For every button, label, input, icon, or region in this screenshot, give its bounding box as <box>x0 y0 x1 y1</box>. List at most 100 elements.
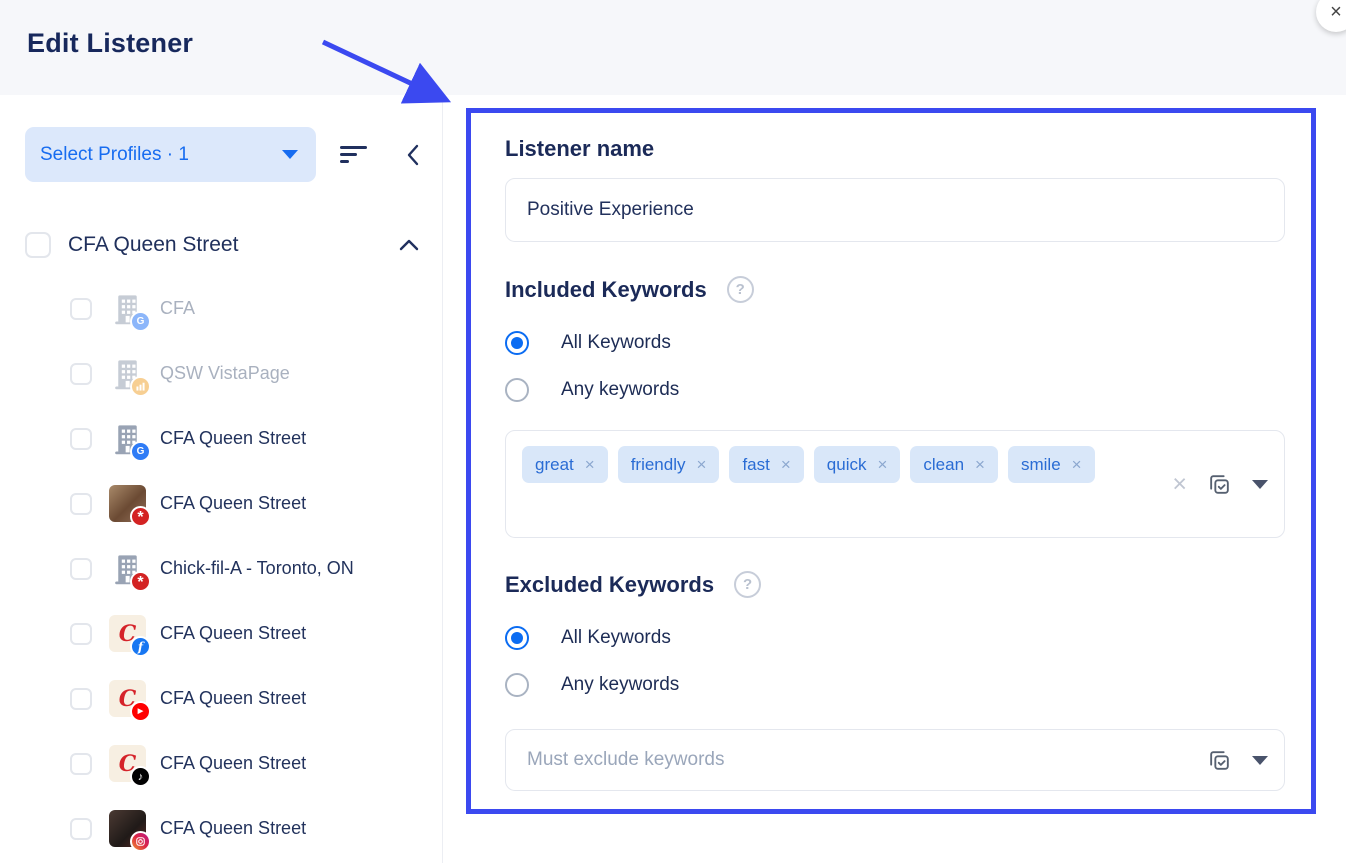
profile-label: CFA Queen Street <box>160 428 306 449</box>
radio-label: All Keywords <box>561 332 671 354</box>
included-keywords-tools: × <box>1172 443 1268 525</box>
remove-keyword-icon[interactable]: × <box>1072 455 1082 475</box>
profile-checkbox[interactable] <box>70 298 92 320</box>
listener-name-label: Listener name <box>505 136 1346 162</box>
radio-option[interactable]: Any keywords <box>505 665 1346 705</box>
remove-keyword-icon[interactable]: × <box>781 455 791 475</box>
copy-icon[interactable] <box>1207 748 1232 773</box>
profile-checkbox[interactable] <box>70 493 92 515</box>
profile-avatar: G <box>109 420 146 457</box>
profile-checkbox[interactable] <box>70 558 92 580</box>
chevron-left-icon <box>403 142 427 168</box>
profile-checkbox[interactable] <box>70 818 92 840</box>
help-icon[interactable]: ? <box>727 276 754 303</box>
radio-icon <box>505 378 529 402</box>
select-profiles-dropdown[interactable]: Select Profiles · 1 <box>25 127 316 182</box>
filter-button[interactable] <box>334 140 373 169</box>
profile-label: CFA Queen Street <box>160 493 306 514</box>
keyword-chip-label: smile <box>1021 455 1061 475</box>
listener-form: Listener name Included Keywords ? All Ke… <box>444 95 1346 863</box>
chevron-up-icon[interactable] <box>398 237 420 253</box>
group-label: CFA Queen Street <box>68 233 238 257</box>
remove-keyword-icon[interactable]: × <box>975 455 985 475</box>
listener-name-input-wrap[interactable] <box>505 178 1285 242</box>
excluded-keywords-input[interactable] <box>525 748 1187 772</box>
profile-avatar: C f <box>109 615 146 652</box>
keyword-chip: smile × <box>1008 446 1095 483</box>
keyword-chip-label: fast <box>742 455 769 475</box>
profile-checkbox[interactable] <box>70 623 92 645</box>
collapse-sidebar-button[interactable] <box>397 136 433 174</box>
clear-keywords-icon[interactable]: × <box>1172 472 1187 497</box>
keyword-chip: clean × <box>910 446 998 483</box>
yelp-badge-icon: * <box>130 506 151 527</box>
select-profiles-label: Select Profiles · 1 <box>40 144 189 166</box>
included-keywords-box[interactable]: great × friendly × fast × quick × clean … <box>505 430 1285 538</box>
profile-checkbox[interactable] <box>70 753 92 775</box>
chevron-down-icon[interactable] <box>1252 480 1268 489</box>
remove-keyword-icon[interactable]: × <box>697 455 707 475</box>
profile-list-item[interactable]: C f CFA Queen Street <box>25 601 442 666</box>
excluded-keywords-heading-text: Excluded Keywords <box>505 572 714 598</box>
copy-icon[interactable] <box>1207 472 1232 497</box>
keyword-chip-label: clean <box>923 455 964 475</box>
radio-option[interactable]: Any keywords <box>505 370 1346 410</box>
google-badge-icon: G <box>130 311 151 332</box>
radio-label: All Keywords <box>561 627 671 649</box>
chevron-down-icon <box>282 150 298 159</box>
profile-label: CFA Queen Street <box>160 753 306 774</box>
profile-avatar <box>109 810 146 847</box>
listener-name-label-text: Listener name <box>505 136 654 162</box>
profile-label: QSW VistaPage <box>160 363 290 384</box>
group-checkbox[interactable] <box>25 232 51 258</box>
profile-list-item[interactable]: * CFA Queen Street <box>25 471 442 536</box>
profile-label: CFA <box>160 298 195 319</box>
chevron-down-icon[interactable] <box>1252 756 1268 765</box>
profile-list-item[interactable]: C ♪ CFA Queen Street <box>25 731 442 796</box>
profile-list-item[interactable]: * Chick-fil-A - Toronto, ON <box>25 536 442 601</box>
radio-option[interactable]: All Keywords <box>505 618 1346 658</box>
close-icon: × <box>1330 1 1342 24</box>
sidebar-toolbar: Select Profiles · 1 <box>25 127 442 182</box>
profile-avatar: C ♪ <box>109 745 146 782</box>
radio-option[interactable]: All Keywords <box>505 323 1346 363</box>
profile-avatar: C ▶ <box>109 680 146 717</box>
help-icon[interactable]: ? <box>734 571 761 598</box>
remove-keyword-icon[interactable]: × <box>877 455 887 475</box>
keyword-chip: quick × <box>814 446 901 483</box>
profile-list-item[interactable]: G CFA Queen Street <box>25 406 442 471</box>
profile-list-item[interactable]: G CFA <box>25 276 442 341</box>
profile-list-item[interactable]: QSW VistaPage <box>25 341 442 406</box>
profile-group-row[interactable]: CFA Queen Street <box>25 232 442 258</box>
profile-avatar: * <box>109 550 146 587</box>
profile-list-item[interactable]: CFA Queen Street <box>25 796 442 861</box>
page-title: Edit Listener <box>27 28 193 59</box>
yelp-badge-icon: * <box>130 571 151 592</box>
profile-avatar <box>109 355 146 392</box>
youtube-badge-icon: ▶ <box>130 701 151 722</box>
profile-label: CFA Queen Street <box>160 818 306 839</box>
profile-label: Chick-fil-A - Toronto, ON <box>160 558 354 579</box>
profile-checkbox[interactable] <box>70 428 92 450</box>
included-keywords-chips: great × friendly × fast × quick × clean … <box>522 443 1122 483</box>
radio-label: Any keywords <box>561 379 679 401</box>
filter-icon <box>340 146 367 163</box>
included-keywords-heading: Included Keywords ? <box>505 276 1346 303</box>
remove-keyword-icon[interactable]: × <box>585 455 595 475</box>
facebook-badge-icon: f <box>130 636 151 657</box>
excluded-keywords-radio-group: All Keywords Any keywords <box>505 618 1346 705</box>
profile-avatar: * <box>109 485 146 522</box>
profile-label: CFA Queen Street <box>160 623 306 644</box>
keyword-chip: fast × <box>729 446 803 483</box>
radio-icon <box>505 626 529 650</box>
profile-list-item[interactable]: C ▶ CFA Queen Street <box>25 666 442 731</box>
profile-checkbox[interactable] <box>70 363 92 385</box>
excluded-keywords-box[interactable] <box>505 729 1285 791</box>
profile-checkbox[interactable] <box>70 688 92 710</box>
profile-avatar: G <box>109 290 146 327</box>
profiles-sidebar: Select Profiles · 1 CFA Queen Street G <box>0 95 443 863</box>
keyword-chip: great × <box>522 446 608 483</box>
keyword-chip-label: quick <box>827 455 867 475</box>
included-keywords-radio-group: All Keywords Any keywords <box>505 323 1346 410</box>
listener-name-input[interactable] <box>525 198 1265 222</box>
